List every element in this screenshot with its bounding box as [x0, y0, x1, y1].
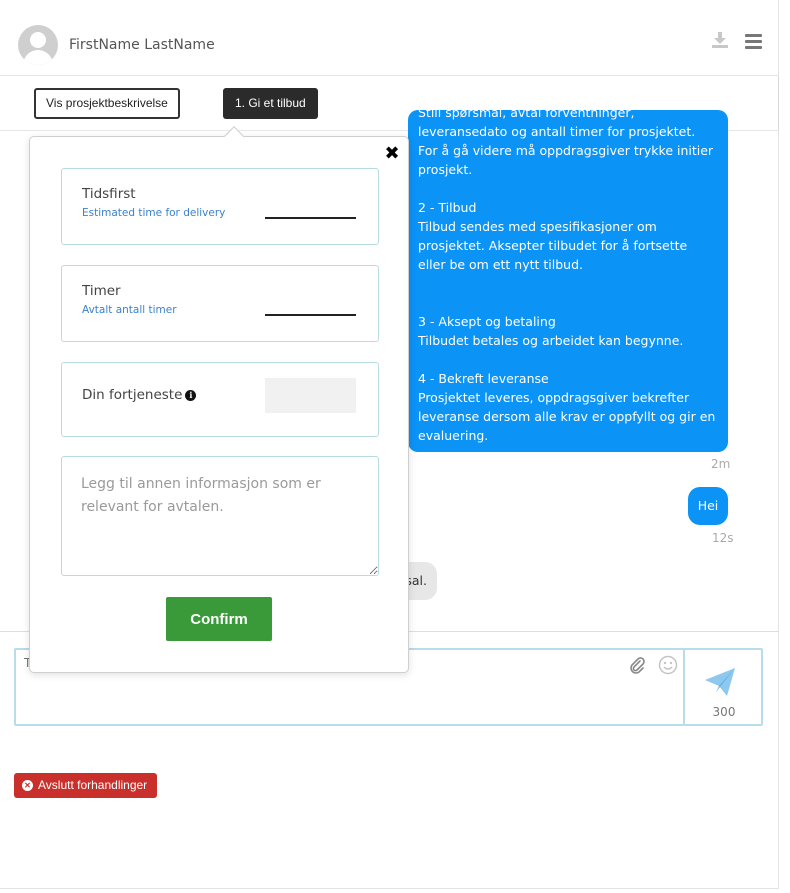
profit-field: Din fortjeneste i: [61, 362, 379, 437]
paperclip-icon[interactable]: [628, 656, 646, 674]
give-offer-button[interactable]: 1. Gi et tilbud: [223, 88, 318, 119]
deadline-input[interactable]: [265, 199, 356, 219]
hamburger-menu-icon[interactable]: [745, 34, 762, 49]
profit-input[interactable]: [265, 378, 356, 413]
message-timestamp: 12s: [712, 531, 734, 545]
message-timestamp: 2m: [711, 457, 731, 471]
project-description-button[interactable]: Vis prosjektbeskrivelse: [34, 88, 180, 119]
avatar[interactable]: [18, 25, 58, 65]
confirm-button[interactable]: Confirm: [166, 597, 272, 641]
user-name[interactable]: FirstName LastName: [69, 37, 215, 53]
chat-message: Hei: [688, 487, 728, 525]
hours-label: Timer: [82, 283, 121, 299]
info-icon[interactable]: i: [185, 390, 197, 401]
additional-info-textarea[interactable]: [61, 456, 379, 576]
process-info-message: Still spørsmål, avtal forventninger, lev…: [408, 110, 728, 452]
character-counter: 300: [712, 705, 736, 719]
deadline-field: Tidsfirst Estimated time for delivery: [61, 168, 379, 245]
end-negotiation-label: Avslutt forhandlinger: [38, 778, 148, 792]
hours-input[interactable]: [265, 296, 356, 316]
hours-sublabel: Avtalt antall timer: [82, 304, 177, 316]
close-circle-icon: ✕: [22, 780, 33, 791]
send-button[interactable]: 300: [683, 650, 763, 724]
profit-label: Din fortjeneste: [82, 387, 183, 403]
chat-header: FirstName LastName: [0, 0, 779, 76]
close-icon[interactable]: ✖: [382, 143, 402, 165]
paper-plane-icon: [705, 668, 735, 696]
offer-popover: ✖ Tidsfirst Estimated time for delivery …: [29, 126, 409, 673]
deadline-label: Tidsfirst: [82, 186, 136, 202]
download-icon[interactable]: [710, 30, 730, 50]
end-negotiation-button[interactable]: ✕ Avslutt forhandlinger: [14, 773, 158, 798]
deadline-sublabel: Estimated time for delivery: [82, 207, 226, 219]
chat-window: FirstName LastName Vis prosjektbeskrivel…: [0, 0, 779, 889]
hours-field: Timer Avtalt antall timer: [61, 265, 379, 342]
smiley-icon[interactable]: [658, 655, 678, 675]
process-info-text: Still spørsmål, avtal forventninger, lev…: [418, 110, 716, 443]
